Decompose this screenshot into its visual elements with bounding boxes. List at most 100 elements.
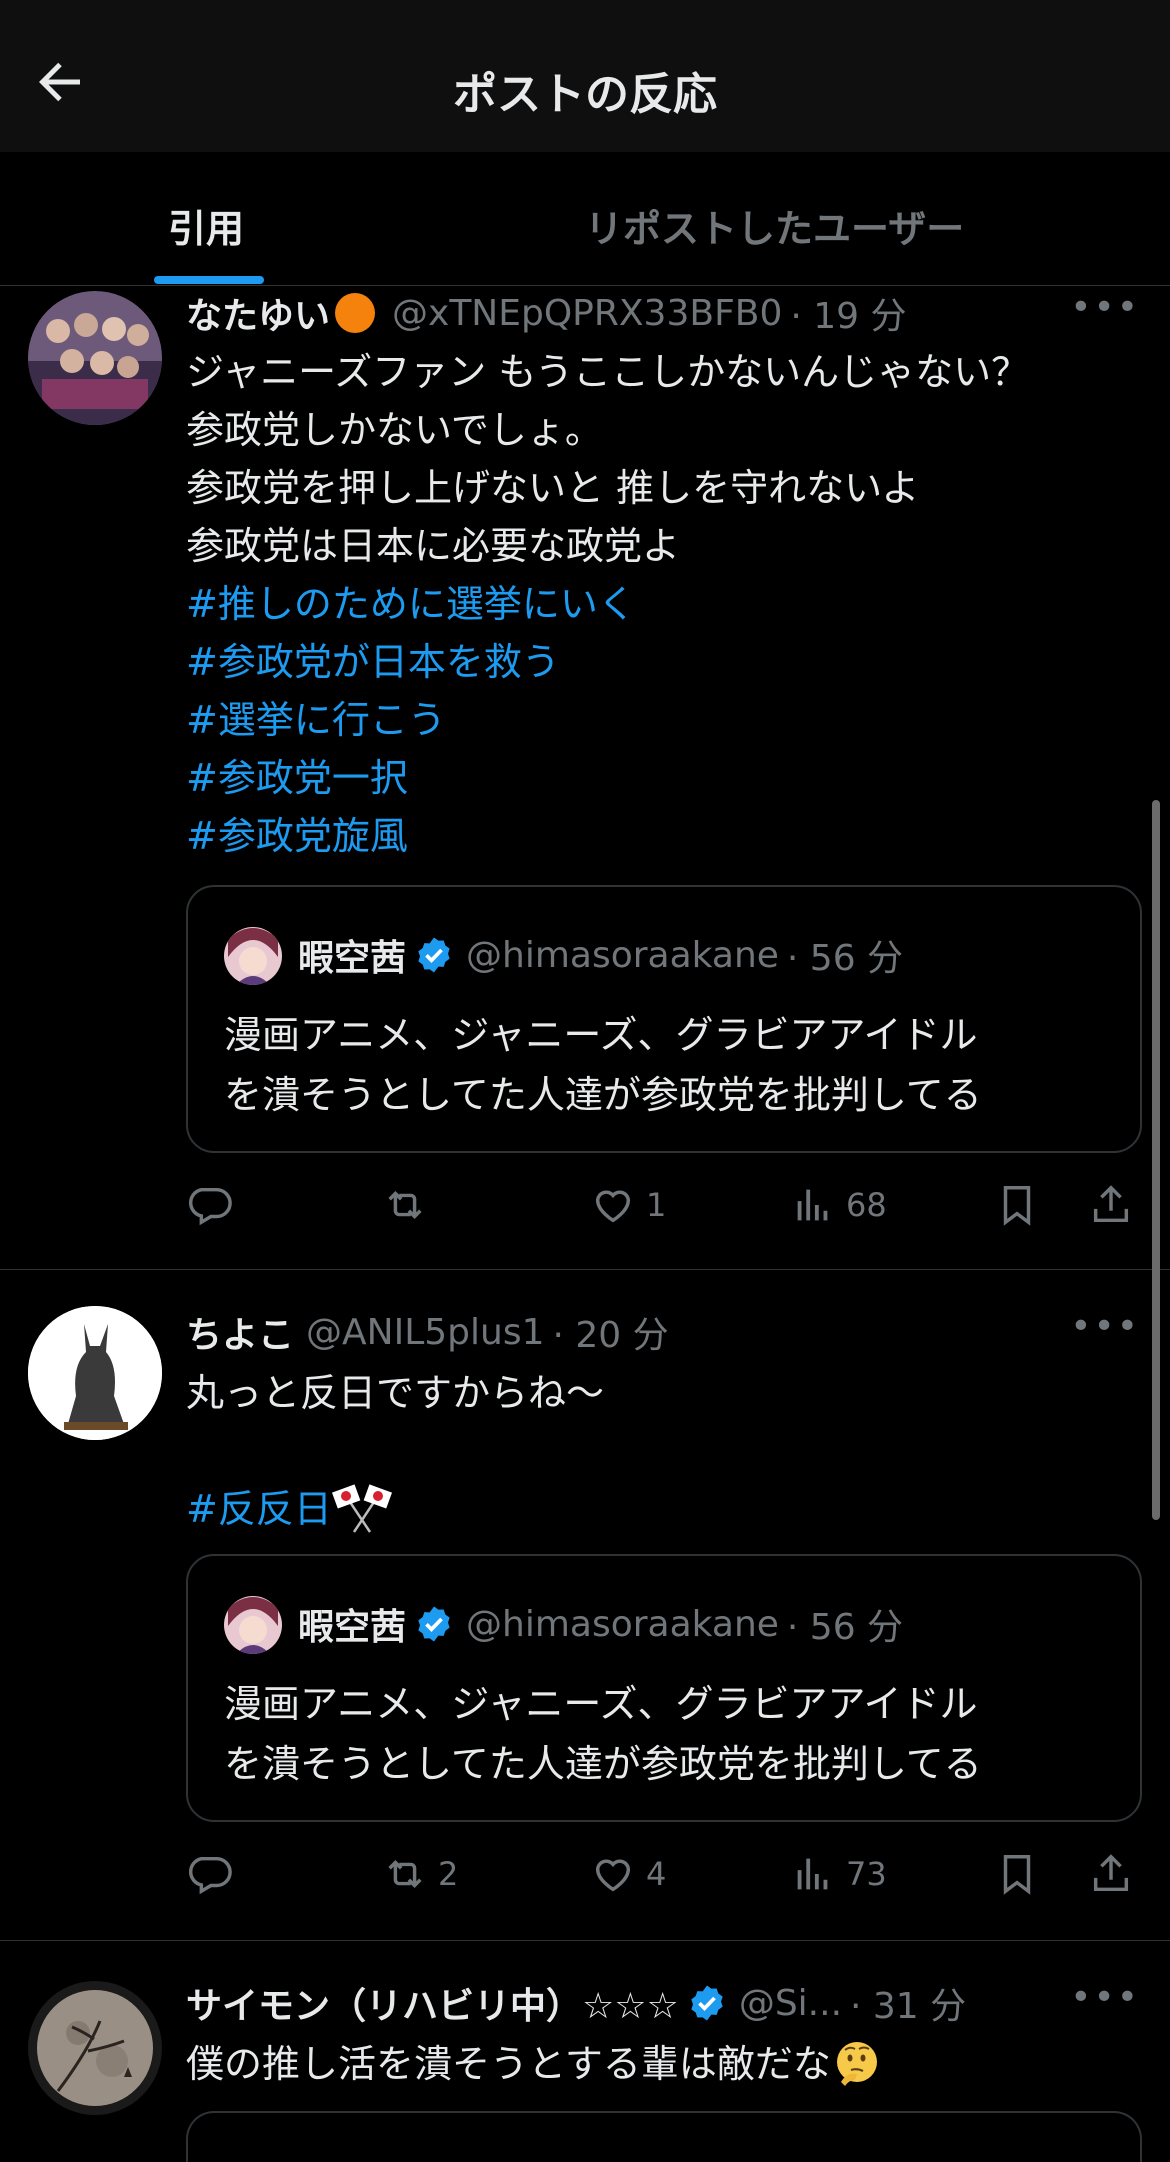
- quoted-post[interactable]: 暇空茜 @himasoraakane · 56 分 漫画アニメ、ジャニーズ、グラ…: [186, 885, 1142, 1153]
- repost-button[interactable]: 2: [382, 1844, 458, 1904]
- verified-badge-icon: [691, 1985, 723, 2021]
- crossed-flags-emoji-icon: [331, 1484, 392, 1533]
- text-line: 僕の推し活を潰そうとする輩は敵だな: [186, 2042, 831, 2086]
- share-button[interactable]: [1088, 1175, 1134, 1235]
- author-name[interactable]: サイモン（リハビリ中）☆☆☆: [186, 1977, 679, 2029]
- share-button[interactable]: [1088, 1844, 1134, 1904]
- hashtag-link[interactable]: #選挙に行こう: [186, 691, 1029, 749]
- post[interactable]: なたゆい @xTNEpQPRX33BFB0 · 19 分 ••• ジャニーズファ…: [0, 287, 1170, 1270]
- view-count: 73: [846, 1855, 887, 1893]
- quoted-author-name: 暇空茜: [298, 1607, 407, 1648]
- author-line: なたゆい @xTNEpQPRX33BFB0 · 19 分: [186, 287, 907, 339]
- avatar[interactable]: [28, 291, 162, 425]
- share-icon: [1093, 1185, 1129, 1223]
- avatar[interactable]: [224, 1596, 282, 1654]
- reply-icon: [188, 1187, 232, 1226]
- quoted-post-text: 漫画アニメ、ジャニーズ、グラビアアイドル を潰そうとしてた人達が参政党を批判して…: [224, 1674, 982, 1794]
- hashtag-row: #反反日: [186, 1480, 604, 1538]
- quoted-post-time: · 56 分: [786, 938, 904, 979]
- reply-button[interactable]: [186, 1175, 242, 1235]
- author-handle[interactable]: @xTNEpQPRX33BFB0: [392, 293, 782, 334]
- reply-icon: [188, 1856, 232, 1895]
- scrollbar[interactable]: [1152, 800, 1160, 1520]
- more-options-icon[interactable]: •••: [1070, 1306, 1140, 1347]
- quoted-post[interactable]: [186, 2111, 1142, 2162]
- quoted-author-name: 暇空茜: [298, 938, 407, 979]
- text-line: 漫画アニメ、ジャニーズ、グラビアアイドル: [224, 1682, 978, 1726]
- views-button[interactable]: 73: [790, 1844, 887, 1904]
- more-options-icon[interactable]: •••: [1070, 287, 1140, 328]
- quoted-author-handle: @himasoraakane: [466, 934, 779, 976]
- quoted-post-time: · 56 分: [786, 1607, 904, 1648]
- post-time: · 31 分: [850, 1986, 967, 2027]
- hashtag-link[interactable]: #参政党が日本を救う: [186, 633, 1029, 691]
- avatar[interactable]: [224, 927, 282, 985]
- top-bar: ポストの反応: [0, 0, 1170, 152]
- repost-icon: [388, 1191, 422, 1219]
- post-text: 僕の推し活を潰そうとする輩は敵だな: [186, 2035, 883, 2093]
- text-line: を潰そうとしてた人達が参政党を批判してる: [224, 1073, 982, 1117]
- heart-icon: [595, 1859, 631, 1892]
- repost-icon: [388, 1860, 422, 1888]
- orange-circle-emoji-icon: [335, 293, 376, 333]
- like-count: 4: [646, 1855, 667, 1893]
- bookmark-button[interactable]: [994, 1844, 1040, 1904]
- post[interactable]: サイモン（リハビリ中）☆☆☆ @Si... · 31 分 ••• 僕の推し活を潰…: [0, 1941, 1170, 2162]
- quoted-author-line: 暇空茜 @himasoraakane · 56 分: [298, 1598, 903, 1650]
- text-line: 参政党しかないでしょ。: [186, 408, 603, 452]
- bookmark-icon: [1003, 1186, 1031, 1226]
- avatar[interactable]: [28, 1306, 162, 1440]
- more-options-icon[interactable]: •••: [1070, 1977, 1140, 2018]
- tab-quotes[interactable]: 引用: [168, 198, 244, 253]
- text-line: ジャニーズファン もうここしかないんじゃない？: [186, 350, 1030, 394]
- bookmark-icon: [1003, 1855, 1031, 1895]
- hashtag-link[interactable]: #参政党旋風: [186, 807, 1029, 865]
- action-bar: 2 4 73: [186, 1844, 1136, 1904]
- author-name[interactable]: ちよこ: [186, 1306, 294, 1358]
- text-line: を潰そうとしてた人達が参政党を批判してる: [224, 1742, 982, 1786]
- text-line: 丸っと反日ですからね〜: [186, 1371, 605, 1415]
- hashtag-link[interactable]: #推しのために選挙にいく: [186, 575, 1029, 633]
- view-count: 68: [846, 1186, 887, 1224]
- heart-icon: [595, 1190, 631, 1223]
- author-name[interactable]: なたゆい: [186, 287, 330, 339]
- views-chart-icon: [797, 1189, 828, 1221]
- post-text: ジャニーズファン もうここしかないんじゃない？ 参政党しかないでしょ。 参政党を…: [186, 343, 1029, 865]
- post-time: · 20 分: [552, 1315, 669, 1356]
- bookmark-button[interactable]: [994, 1175, 1040, 1235]
- action-bar: 1 68: [186, 1175, 1136, 1235]
- thinking-face-emoji-icon: [836, 2042, 877, 2086]
- tab-reposted-by[interactable]: リポストしたユーザー: [585, 198, 964, 253]
- like-count: 1: [646, 1186, 667, 1224]
- quoted-post-text: 漫画アニメ、ジャニーズ、グラビアアイドル を潰そうとしてた人達が参政党を批判して…: [224, 1005, 982, 1125]
- quoted-post[interactable]: 暇空茜 @himasoraakane · 56 分 漫画アニメ、ジャニーズ、グラ…: [186, 1554, 1142, 1822]
- reply-button[interactable]: [186, 1844, 242, 1904]
- verified-badge-icon: [418, 1606, 450, 1642]
- page-title: ポストの反応: [453, 69, 717, 120]
- quoted-author-line: 暇空茜 @himasoraakane · 56 分: [298, 929, 903, 981]
- tab-bar: 引用 リポストしたユーザー: [0, 152, 1170, 286]
- post-text: 丸っと反日ですからね〜 #反反日: [186, 1364, 604, 1538]
- verified-badge-icon: [418, 937, 450, 973]
- author-handle[interactable]: @ANIL5plus1: [306, 1312, 544, 1353]
- text-line: 漫画アニメ、ジャニーズ、グラビアアイドル: [224, 1013, 978, 1057]
- text-line: 参政党を押し上げないと 推しを守れないよ: [186, 466, 920, 510]
- hashtag-link[interactable]: #参政党一択: [186, 749, 1029, 807]
- like-button[interactable]: 4: [590, 1844, 666, 1904]
- repost-button[interactable]: [382, 1175, 438, 1235]
- quoted-author-handle: @himasoraakane: [466, 1603, 779, 1645]
- like-button[interactable]: 1: [590, 1175, 666, 1235]
- hashtag-link[interactable]: #反反日: [186, 1480, 332, 1538]
- active-tab-indicator: [154, 276, 264, 284]
- author-handle[interactable]: @Si...: [739, 1983, 842, 2024]
- views-button[interactable]: 68: [790, 1175, 887, 1235]
- views-chart-icon: [797, 1858, 828, 1890]
- author-line: ちよこ @ANIL5plus1 · 20 分: [186, 1306, 669, 1358]
- post[interactable]: ちよこ @ANIL5plus1 · 20 分 ••• 丸っと反日ですからね〜 #…: [0, 1270, 1170, 1941]
- repost-count: 2: [438, 1855, 459, 1893]
- text-line: 参政党は日本に必要な政党よ: [186, 524, 681, 568]
- share-icon: [1093, 1854, 1129, 1892]
- avatar[interactable]: [28, 1981, 162, 2115]
- author-line: サイモン（リハビリ中）☆☆☆ @Si... · 31 分: [186, 1977, 966, 2029]
